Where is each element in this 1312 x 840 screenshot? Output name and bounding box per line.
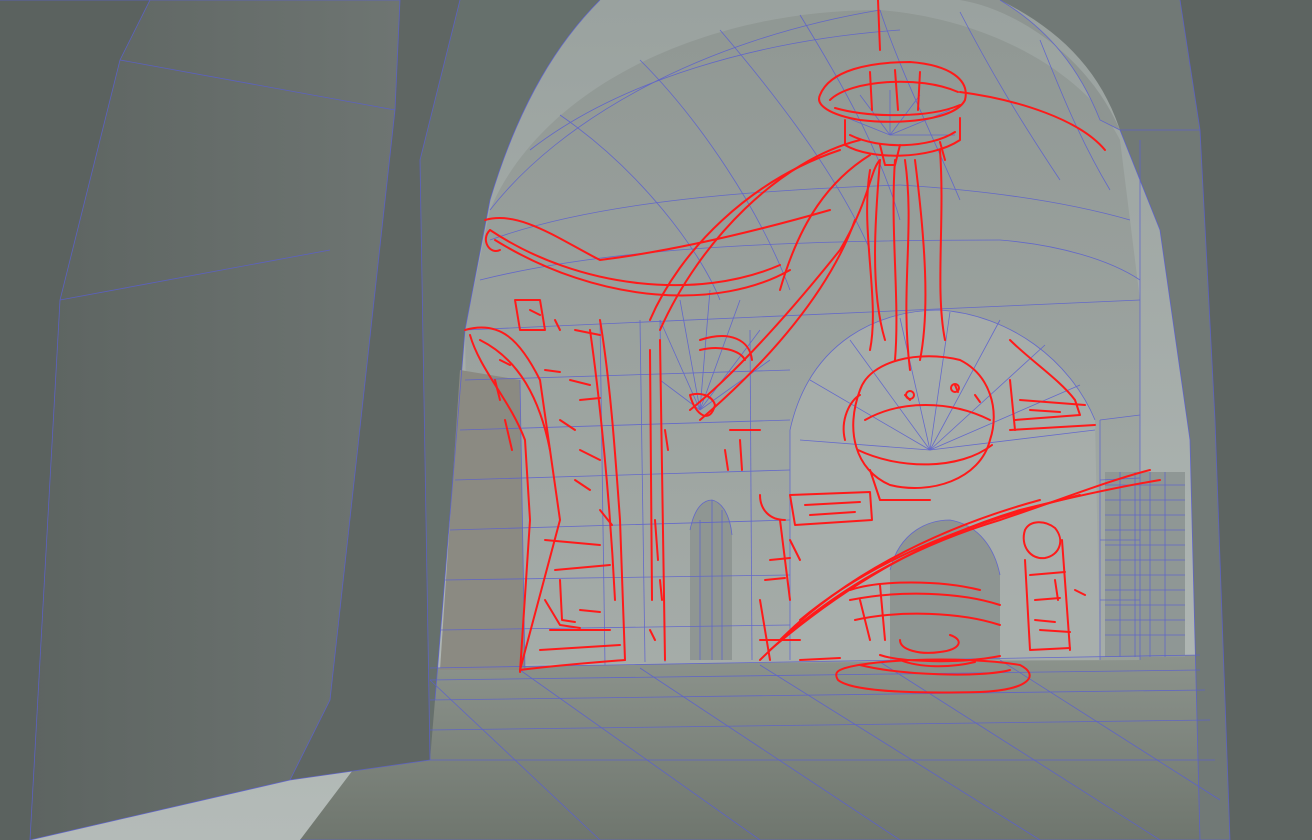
- left-doorway: [690, 500, 732, 660]
- far-doorway: [890, 520, 1000, 660]
- floor-plane: [300, 655, 1230, 840]
- 3d-viewport[interactable]: [0, 0, 1312, 840]
- scene-geometry: [0, 0, 1312, 840]
- viewport-canvas[interactable]: [0, 0, 1312, 840]
